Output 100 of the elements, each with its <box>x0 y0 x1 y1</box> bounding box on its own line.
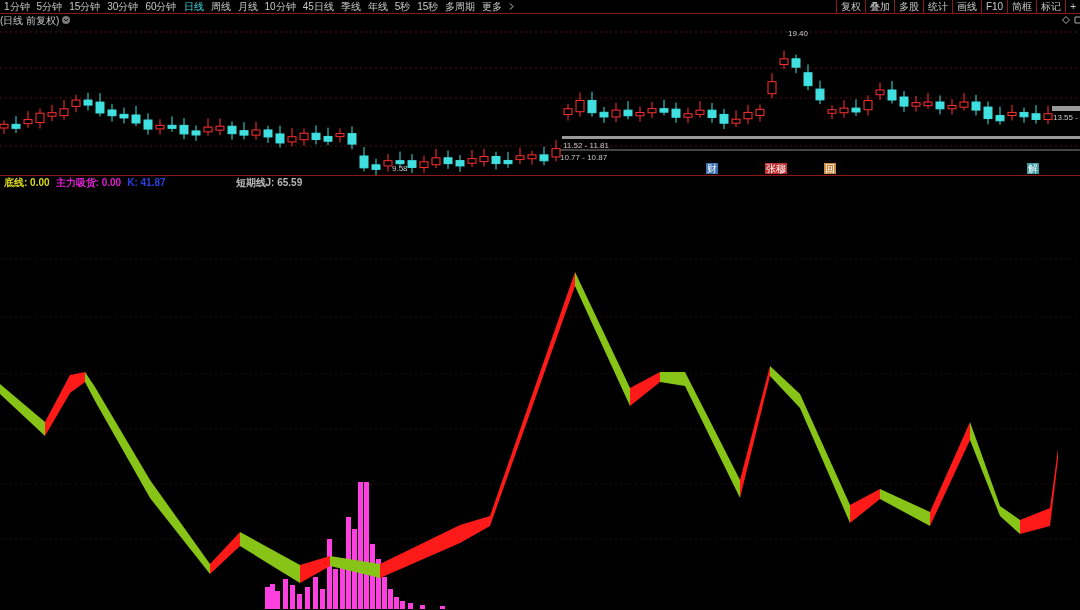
toolbar-button[interactable]: 画线 <box>951 0 981 14</box>
candlestick <box>239 121 249 140</box>
chevron-right-icon <box>509 3 515 10</box>
histogram-bar <box>408 603 413 609</box>
histogram-bar <box>440 606 445 609</box>
candlestick <box>551 139 561 162</box>
candlestick <box>539 146 549 166</box>
period-tab[interactable]: 1分钟 <box>4 0 30 14</box>
indicator-value: K: 41.87 <box>127 176 166 190</box>
candlestick <box>143 112 153 136</box>
chevron-down-icon[interactable] <box>62 16 71 24</box>
candlestick <box>743 104 753 125</box>
candlestick <box>659 99 669 116</box>
candlestick <box>443 150 453 170</box>
toolbar-button[interactable]: 叠加 <box>864 0 894 14</box>
candlestick <box>503 151 513 169</box>
candlestick <box>491 151 501 170</box>
candlestick <box>755 103 765 122</box>
toolbar-button[interactable]: + <box>1065 0 1080 14</box>
candlestick <box>395 151 405 168</box>
period-tab[interactable]: 15秒 <box>417 0 439 14</box>
candlestick <box>887 80 897 104</box>
event-marker[interactable]: 张穆 <box>765 163 787 174</box>
candlestick <box>587 91 597 118</box>
period-tab[interactable]: 10分钟 <box>264 0 296 14</box>
candlestick <box>899 90 909 113</box>
period-tab[interactable]: 年线 <box>367 0 388 14</box>
price-label: 10.77 - 10.87 <box>560 152 608 164</box>
candlestick <box>287 127 297 147</box>
toolbar-button[interactable]: 简框 <box>1007 0 1037 14</box>
candlestick <box>227 120 237 141</box>
candlestick <box>335 127 345 144</box>
toolbar-button[interactable]: 标记 <box>1036 0 1066 14</box>
period-tab[interactable]: 周线 <box>210 0 231 14</box>
candlestick <box>935 94 945 115</box>
candlestick <box>347 125 357 150</box>
period-tab[interactable]: 5秒 <box>394 0 411 14</box>
toolbar-button[interactable]: F10 <box>980 0 1008 14</box>
diamond-icon[interactable] <box>1062 16 1070 24</box>
price-label: 9.58 <box>392 163 408 175</box>
histogram-bar <box>313 577 318 609</box>
indicator-value: 短期线J: 65.59 <box>235 176 303 190</box>
period-tab[interactable]: 60分钟 <box>145 0 177 14</box>
candlestick <box>1007 104 1017 122</box>
candlestick <box>815 80 825 105</box>
candlestick <box>323 127 333 146</box>
period-tab[interactable]: 多周期 <box>445 0 476 14</box>
candlestick <box>983 101 993 125</box>
more-link[interactable]: 更多 <box>482 0 503 14</box>
candlestick <box>995 106 1005 126</box>
toolbar-button[interactable]: 多股 <box>893 0 923 14</box>
candlestick <box>35 108 45 130</box>
candlestick <box>371 158 381 176</box>
candlestick <box>215 117 225 136</box>
candlestick <box>851 98 861 117</box>
histogram-bar <box>320 589 325 609</box>
candlestick <box>131 105 141 127</box>
candlestick <box>1031 104 1041 125</box>
candlestick <box>275 125 285 149</box>
histogram-bar <box>297 594 302 609</box>
candlestick <box>167 115 177 133</box>
candlestick <box>1019 107 1029 124</box>
candlestick <box>875 82 885 101</box>
candlestick <box>647 101 657 119</box>
candlestick <box>911 95 921 113</box>
candlestick <box>179 117 189 140</box>
event-marker[interactable]: 财 <box>706 163 718 174</box>
candlestick <box>563 103 573 121</box>
price-label: 19.40 <box>788 28 809 40</box>
period-tab[interactable]: 月线 <box>237 0 258 14</box>
period-tab[interactable]: 日线 <box>183 0 204 14</box>
candlestick <box>359 146 369 172</box>
candlestick <box>83 92 93 111</box>
candlestick <box>947 98 957 115</box>
candlestick <box>827 104 837 120</box>
candlestick <box>683 107 693 124</box>
candlestick <box>95 92 105 117</box>
toolbar-button[interactable]: 复权 <box>835 0 865 14</box>
indicator-value: 主力吸货: 0.00 <box>55 176 122 190</box>
price-label: 13.55 - <box>1053 112 1078 124</box>
period-tab[interactable]: 5分钟 <box>36 0 63 14</box>
candlestick <box>767 72 777 99</box>
candlestick <box>671 102 681 124</box>
candlestick <box>383 153 393 172</box>
candlestick <box>515 147 525 165</box>
candlestick <box>1043 105 1053 125</box>
candlestick <box>455 154 465 173</box>
candlestick <box>71 94 81 113</box>
candlestick <box>623 100 633 120</box>
period-tab[interactable]: 季线 <box>340 0 361 14</box>
period-tab[interactable]: 45日线 <box>302 0 334 14</box>
period-tab[interactable]: 15分钟 <box>69 0 101 14</box>
candlestick <box>479 148 489 168</box>
period-tab[interactable]: 30分钟 <box>107 0 139 14</box>
price-range-bar <box>1052 106 1080 111</box>
toolbar-button[interactable]: 统计 <box>922 0 952 14</box>
candlestick <box>791 54 801 74</box>
candlestick <box>839 99 849 119</box>
candlestick <box>47 104 57 122</box>
indicator-value: 底线: 0.00 <box>4 176 50 190</box>
